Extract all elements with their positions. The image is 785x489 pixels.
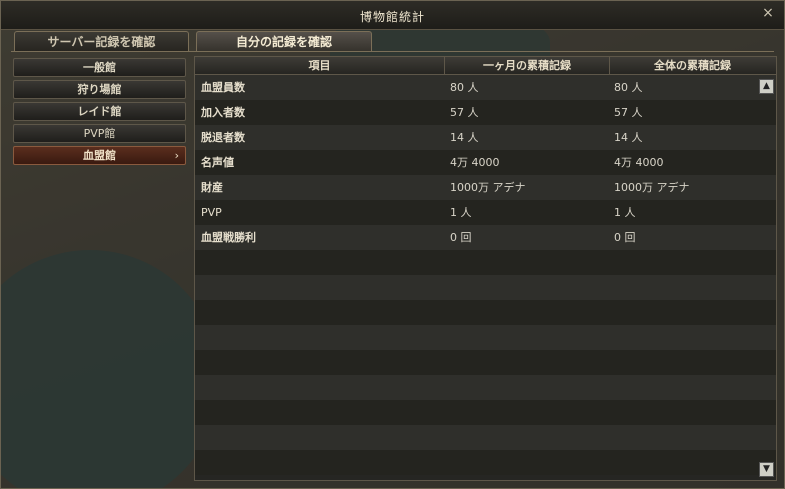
table-row: PVP 1 人 1 人 xyxy=(195,200,776,225)
row-label: 脱退者数 xyxy=(201,131,245,144)
tab-my-records[interactable]: 自分の記録を確認 xyxy=(196,31,372,52)
category-raid[interactable]: レイド館 xyxy=(13,102,186,121)
row-monthly-value: 4万 4000 xyxy=(450,156,500,169)
row-total-value: 57 人 xyxy=(614,106,643,119)
table-row-empty xyxy=(195,350,776,375)
row-label: 血盟員数 xyxy=(201,81,245,94)
table-row-empty xyxy=(195,325,776,350)
scroll-down-icon[interactable]: ▼ xyxy=(759,462,774,477)
tab-divider xyxy=(11,51,774,52)
table-row-empty xyxy=(195,400,776,425)
table-row-empty xyxy=(195,275,776,300)
row-label: PVP xyxy=(201,206,222,219)
table-row: 脱退者数 14 人 14 人 xyxy=(195,125,776,150)
row-label: 名声値 xyxy=(201,156,234,169)
row-monthly-value: 14 人 xyxy=(450,131,479,144)
row-total-value: 80 人 xyxy=(614,81,643,94)
close-icon[interactable]: × xyxy=(760,5,776,21)
table-row-empty xyxy=(195,450,776,475)
row-total-value: 0 回 xyxy=(614,231,636,244)
row-monthly-value: 1000万 アデナ xyxy=(450,181,526,194)
table-header: 項目 一ヶ月の累積記録 全体の累積記録 xyxy=(195,57,776,75)
category-clan-label: 血盟館 xyxy=(83,149,116,162)
table-row-empty xyxy=(195,425,776,450)
table-row: 血盟戦勝利 0 回 0 回 xyxy=(195,225,776,250)
row-label: 加入者数 xyxy=(201,106,245,119)
table-row-empty xyxy=(195,375,776,400)
row-total-value: 14 人 xyxy=(614,131,643,144)
row-label: 血盟戦勝利 xyxy=(201,231,256,244)
table-row: 血盟員数 80 人 80 人 xyxy=(195,75,776,100)
category-general[interactable]: 一般館 xyxy=(13,58,186,77)
row-monthly-value: 80 人 xyxy=(450,81,479,94)
row-monthly-value: 57 人 xyxy=(450,106,479,119)
row-monthly-value: 0 回 xyxy=(450,231,472,244)
column-header-total: 全体の累積記録 xyxy=(654,59,731,72)
records-table: 項目 一ヶ月の累積記録 全体の累積記録 血盟員数 80 人 80 人 加入者数 … xyxy=(194,56,777,481)
row-total-value: 1000万 アデナ xyxy=(614,181,690,194)
window-titlebar[interactable]: 博物館統計 × xyxy=(1,1,784,30)
category-hunting[interactable]: 狩り場館 xyxy=(13,80,186,99)
museum-statistics-window: 博物館統計 × サーバー記録を確認 自分の記録を確認 一般館 狩り場館 レイド館… xyxy=(0,0,785,489)
table-row: 財産 1000万 アデナ 1000万 アデナ xyxy=(195,175,776,200)
row-monthly-value: 1 人 xyxy=(450,206,472,219)
window-title: 博物館統計 xyxy=(359,10,425,24)
tab-server-records[interactable]: サーバー記録を確認 xyxy=(14,31,189,52)
row-total-value: 1 人 xyxy=(614,206,636,219)
chevron-right-icon: › xyxy=(174,149,179,162)
scroll-up-icon[interactable]: ▲ xyxy=(759,79,774,94)
column-header-item: 項目 xyxy=(195,57,445,74)
table-row-empty xyxy=(195,300,776,325)
table-row: 名声値 4万 4000 4万 4000 xyxy=(195,150,776,175)
column-header-monthly: 一ヶ月の累積記録 xyxy=(445,57,610,74)
table-body: 血盟員数 80 人 80 人 加入者数 57 人 57 人 脱退者数 14 人 … xyxy=(195,75,776,475)
row-total-value: 4万 4000 xyxy=(614,156,664,169)
category-pvp[interactable]: PVP館 xyxy=(13,124,186,143)
row-label: 財産 xyxy=(201,181,223,194)
category-clan[interactable]: 血盟館 › xyxy=(13,146,186,165)
table-row-empty xyxy=(195,250,776,275)
table-row: 加入者数 57 人 57 人 xyxy=(195,100,776,125)
